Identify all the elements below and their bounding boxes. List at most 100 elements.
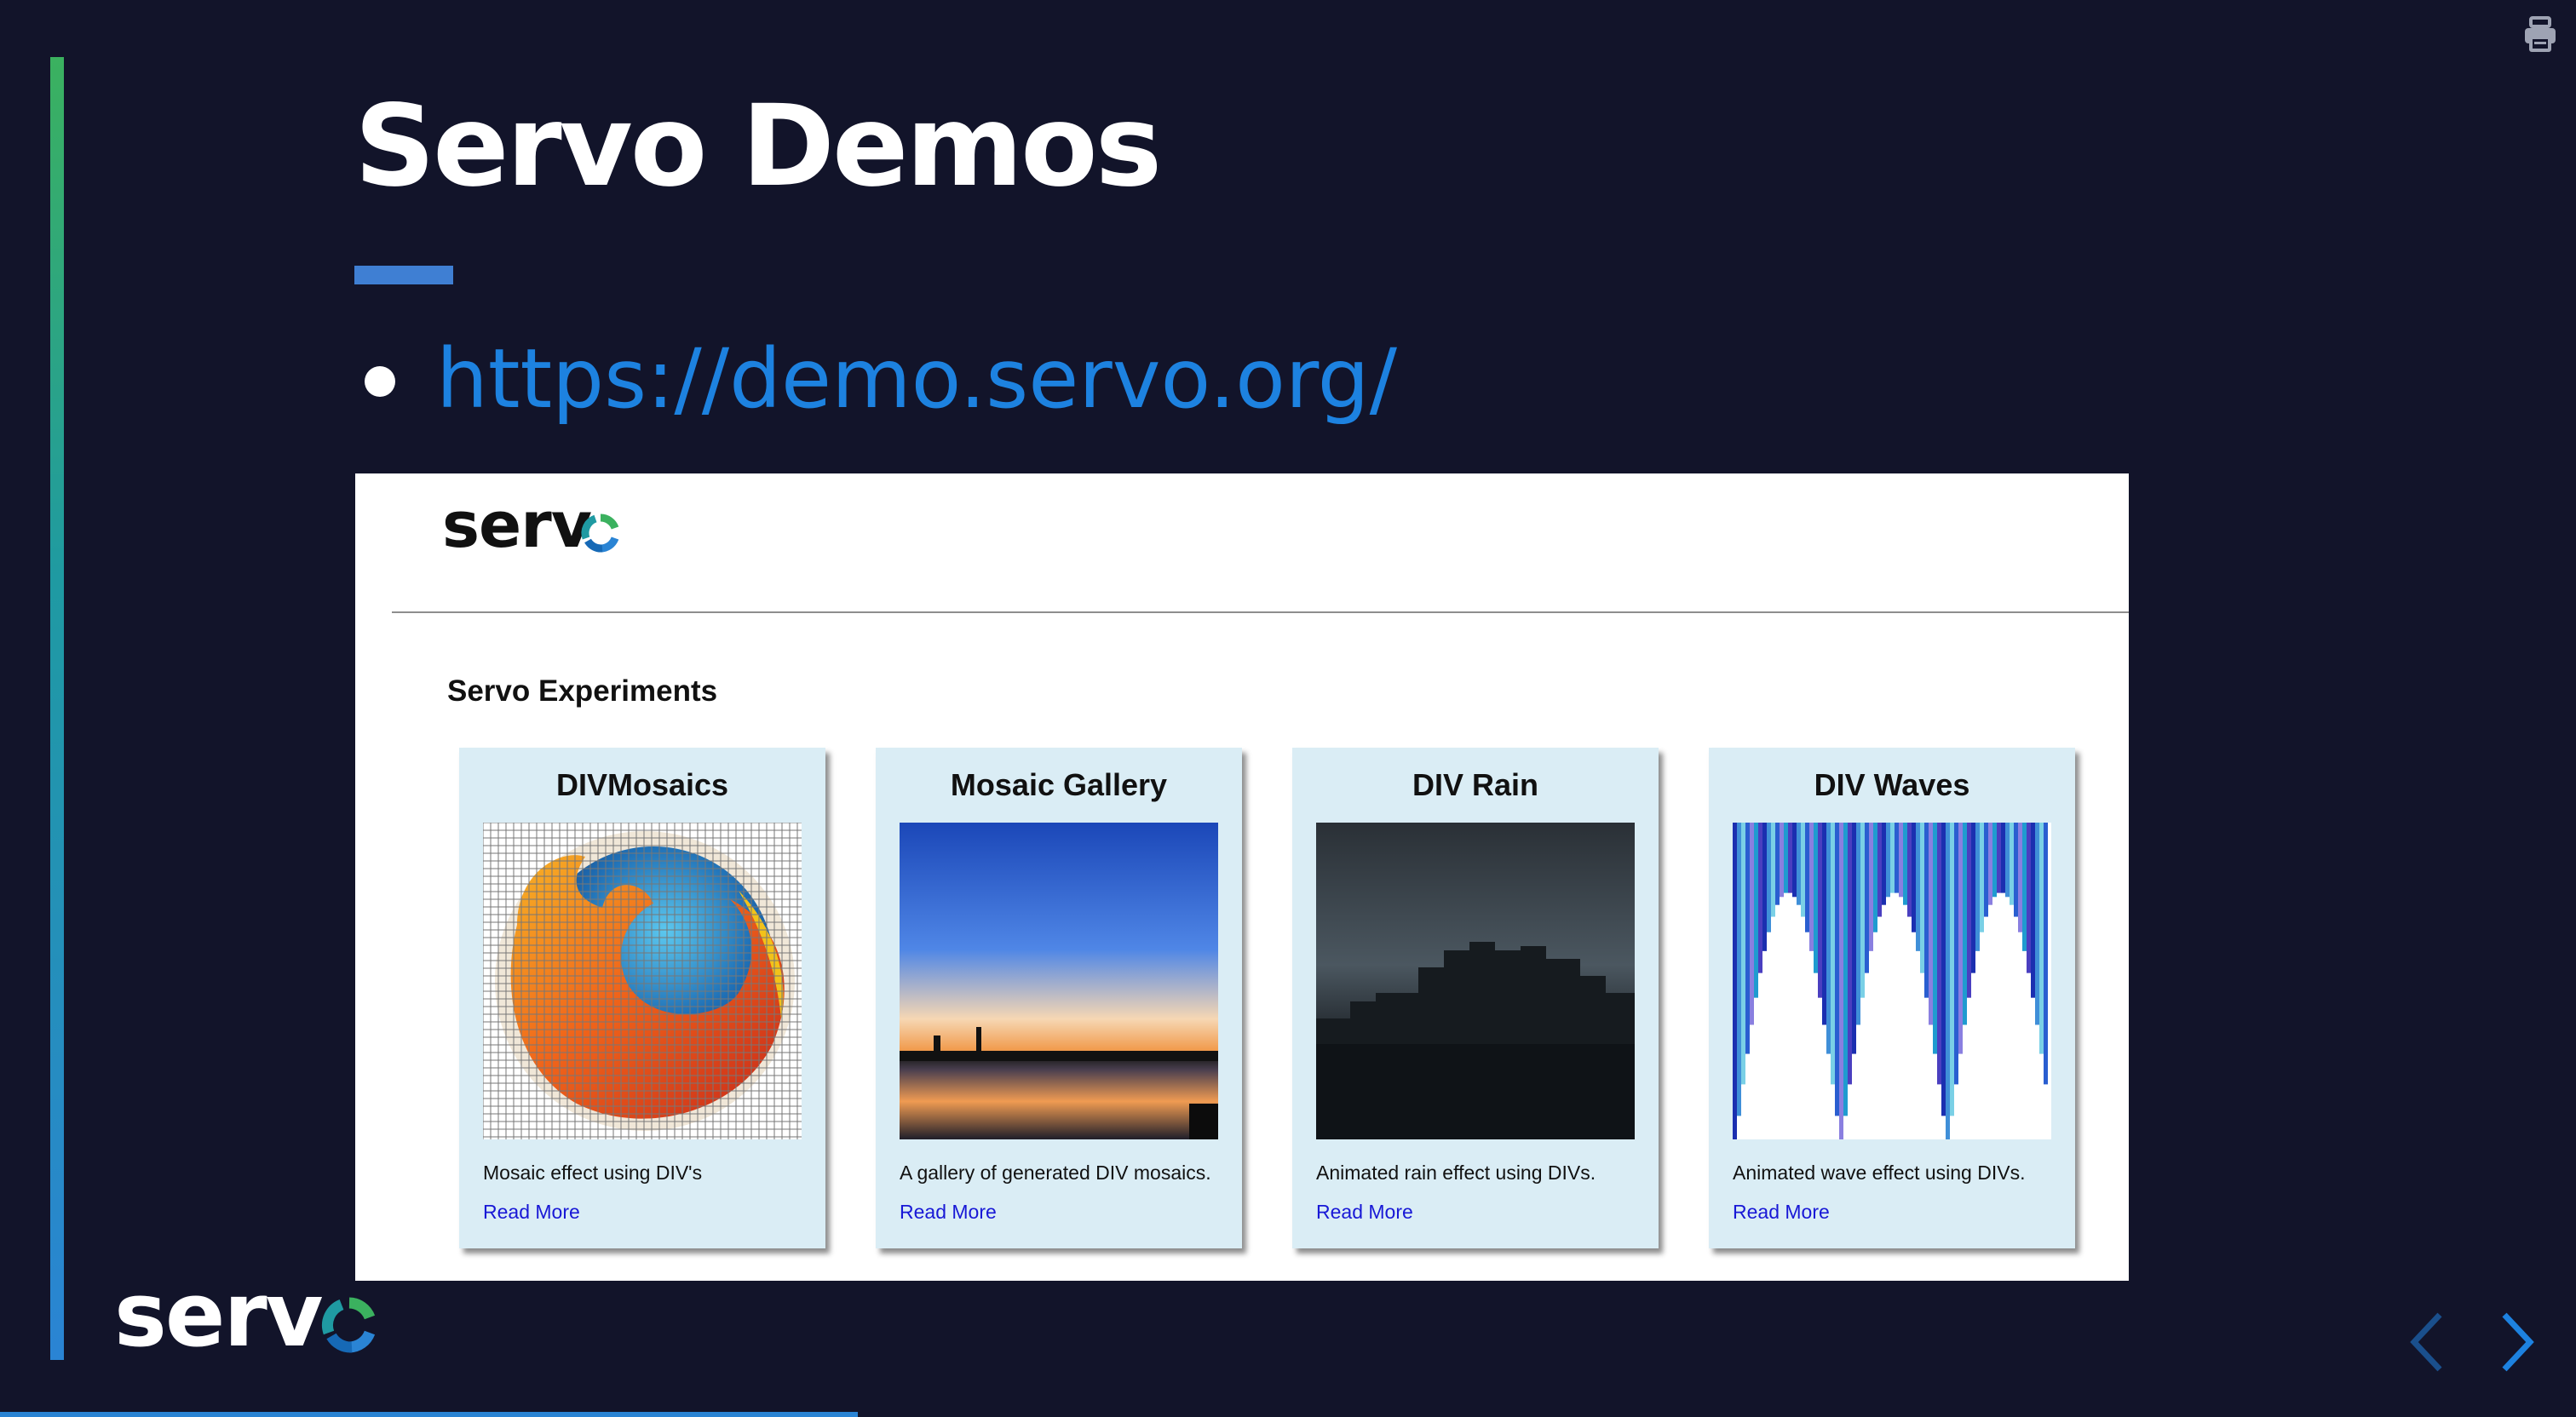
wave-bar (1903, 823, 1907, 905)
wave-bar (1899, 823, 1903, 898)
wave-bar (1886, 823, 1890, 898)
demo-card[interactable]: Mosaic Gallery A gallery of generated DI… (876, 748, 1242, 1248)
wave-bar (1737, 823, 1741, 1116)
wave-bar (1912, 823, 1916, 932)
wave-bar (1835, 823, 1839, 1116)
wave-bar (1805, 823, 1809, 932)
read-more-link[interactable]: Read More (483, 1199, 580, 1225)
wave-bar (1916, 823, 1920, 951)
wave-bar (1822, 823, 1826, 1025)
wave-bar (1873, 823, 1877, 932)
wave-bar (1814, 823, 1818, 973)
wave-bar (2035, 823, 2039, 1025)
wave-bar (1797, 823, 1801, 905)
wave-bar (1929, 823, 1933, 1025)
servo-logo: serv (442, 490, 619, 559)
wave-bar (1877, 823, 1882, 917)
wave-bar (1792, 823, 1797, 898)
section-heading: Servo Experiments (447, 674, 718, 708)
slide-title: Servo Demos (354, 81, 1162, 212)
wave-bar (1971, 823, 1975, 973)
demo-card[interactable]: DIV Rain Animated rain effect using DIVs… (1292, 748, 1659, 1248)
wave-bar (1843, 823, 1848, 1116)
wave-bar (1890, 823, 1895, 893)
chevron-right-icon[interactable] (2499, 1310, 2537, 1374)
wave-bar (1924, 823, 1929, 998)
wave-bar (1958, 823, 1963, 1054)
wave-bar (1767, 823, 1771, 932)
wave-bar (2018, 823, 2022, 932)
wave-bar (1754, 823, 1758, 998)
card-title: DIVMosaics (555, 767, 729, 802)
card-description: Animated rain effect using DIVs. (1316, 1162, 1596, 1184)
wave-bar (1920, 823, 1924, 973)
wave-bar (1988, 823, 1992, 905)
wave-bar (1745, 823, 1750, 1054)
card-description: Animated wave effect using DIVs. (1733, 1162, 2026, 1184)
wave-bar (1950, 823, 1954, 1116)
wave-bar (1741, 823, 1745, 1085)
wave-bar (1869, 823, 1873, 951)
wave-bar (1848, 823, 1852, 1085)
card-description: A gallery of generated DIV mosaics. (900, 1162, 1211, 1184)
wave-bar (1733, 823, 1737, 1139)
card-title: Mosaic Gallery (950, 767, 1168, 802)
servo-footer-logo-ring (321, 1297, 376, 1353)
bullet-dot (365, 366, 395, 397)
servo-logo-text: serv (442, 490, 592, 559)
wave-bar (1818, 823, 1822, 998)
slide-progress-bar (0, 1412, 858, 1417)
read-more-link[interactable]: Read More (1316, 1199, 1413, 1225)
title-underline (354, 266, 453, 284)
wave-bar (1941, 823, 1946, 1116)
read-more-link[interactable]: Read More (900, 1199, 997, 1225)
wave-bar (1780, 823, 1784, 898)
wave-bar (1788, 823, 1792, 893)
wave-bar (1775, 823, 1780, 905)
demo-page-screenshot: serv Servo Experiments DIVMosaics Mosaic… (355, 473, 2129, 1281)
wave-bar (1856, 823, 1860, 1025)
wave-bar (1980, 823, 1984, 932)
wave-bar (2014, 823, 2018, 917)
wave-bar (1831, 823, 1835, 1085)
wave-bar (1771, 823, 1775, 917)
wave-bar (1809, 823, 1814, 951)
demo-card[interactable]: DIV Waves Animated wave effect using DIV… (1709, 748, 2075, 1248)
chevron-left-icon[interactable] (2407, 1310, 2445, 1374)
demo-card[interactable]: DIVMosaics Mosaic effect using DIV's Rea… (459, 748, 825, 1248)
card-title: DIV Waves (1814, 767, 1970, 802)
wave-bar (2022, 823, 2027, 951)
wave-bar (1758, 823, 1762, 973)
wave-bar (1946, 823, 1950, 1139)
read-more-link[interactable]: Read More (1733, 1199, 1830, 1225)
wave-bar (1933, 823, 1937, 1054)
wave-bar (1895, 823, 1899, 893)
wave-bar (2039, 823, 2044, 1054)
wave-bar (1907, 823, 1912, 917)
wave-bar (1762, 823, 1767, 951)
wave-bar (1882, 823, 1886, 905)
wave-bar (1801, 823, 1805, 917)
wave-bar (1784, 823, 1788, 893)
card-description: Mosaic effect using DIV's (483, 1162, 703, 1184)
wave-bar (1975, 823, 1980, 951)
rainy-city-image (1316, 823, 1635, 1139)
printer-icon[interactable] (2523, 15, 2557, 53)
wave-bar (2044, 823, 2048, 1085)
wave-bar (1997, 823, 2001, 893)
sunset-mosaic-image (900, 823, 1218, 1139)
wave-bar (1954, 823, 1958, 1085)
wave-bar (1984, 823, 1988, 917)
wave-bar (1963, 823, 1967, 1025)
wave-bar (2010, 823, 2014, 905)
header-divider (392, 611, 2129, 613)
wave-bar (1852, 823, 1856, 1054)
firefox-mosaic-image (483, 823, 802, 1139)
wave-bar (1992, 823, 1997, 898)
wave-bar (1865, 823, 1869, 973)
wave-bar (2001, 823, 2005, 893)
wave-bar (1826, 823, 1831, 1054)
demo-url-link[interactable]: https://demo.servo.org/ (436, 328, 1397, 430)
wave-bars-image (1733, 823, 2051, 1139)
servo-footer-logo-text: serv (114, 1276, 323, 1361)
